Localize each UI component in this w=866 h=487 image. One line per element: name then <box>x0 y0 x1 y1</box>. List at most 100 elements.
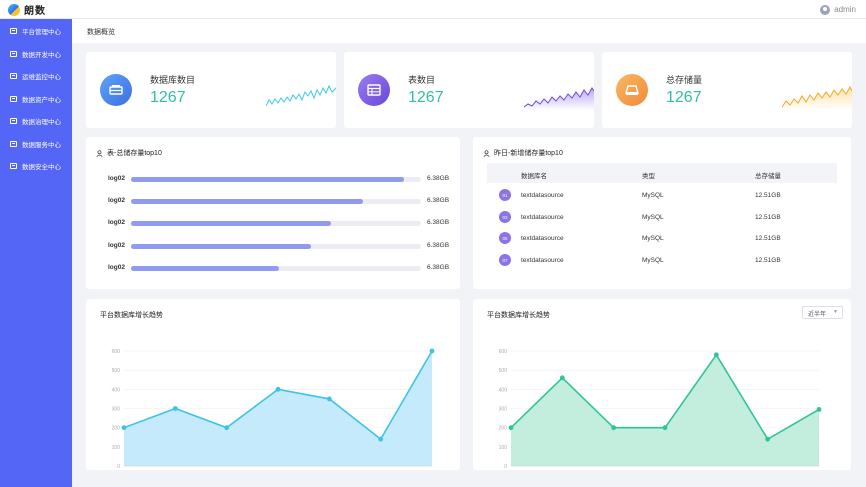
logo[interactable]: 朗数 <box>8 3 46 17</box>
bar-fill <box>131 244 311 249</box>
data-point[interactable] <box>611 425 617 431</box>
monitor-icon <box>10 163 17 170</box>
data-point[interactable] <box>224 425 230 431</box>
stat-card-databases: 数据库数目 1267 <box>86 52 336 128</box>
y-tick-label: 200 <box>112 426 121 432</box>
bar-row: log02 6.38GB <box>108 240 458 252</box>
data-point[interactable] <box>559 375 565 381</box>
bar-value: 6.38GB <box>427 242 450 249</box>
bar-row: log02 6.38GB <box>108 262 458 274</box>
sidebar-item-label: 数据治理中心 <box>22 119 61 127</box>
bar-track <box>131 244 421 249</box>
logo-text: 朗数 <box>24 6 46 17</box>
sidebar-item-label: 数据服务中心 <box>22 141 61 149</box>
bar-label: log02 <box>108 264 125 271</box>
sidebar-item-service[interactable]: 数据服务中心 <box>0 133 72 156</box>
monitor-icon <box>10 95 17 102</box>
sparkline <box>782 85 852 110</box>
cell-type: MySQL <box>642 235 664 242</box>
stat-card-storage: 总存储量 1267 <box>602 52 852 128</box>
data-point[interactable] <box>172 406 178 411</box>
data-point[interactable] <box>508 425 514 431</box>
y-tick-label: 300 <box>112 407 121 413</box>
table-header: 数据库名 类型 总存储量 <box>487 163 837 183</box>
table-row[interactable]: 01 textdatasource MySQL 12.51GB <box>487 185 837 206</box>
bar-fill <box>131 199 363 204</box>
user-icon <box>483 149 490 157</box>
sidebar-item-governance[interactable]: 数据治理中心 <box>0 110 72 133</box>
sidebar: 平台管理中心 数据开发中心 运维监控中心 数据资产中心 数据治理中心 数据服务中… <box>0 19 72 487</box>
bar-fill <box>131 177 404 182</box>
stat-value: 1267 <box>150 89 186 106</box>
bar-row: log02 6.38GB <box>108 195 458 207</box>
cell-size: 12.51GB <box>755 214 781 221</box>
table-row[interactable]: 05 textdatasource MySQL 12.51GB <box>487 228 837 249</box>
rank-badge: 07 <box>499 254 511 266</box>
panel-title-text: 昨日-新增储存量top10 <box>494 150 563 157</box>
sidebar-item-label: 数据安全中心 <box>22 164 61 172</box>
data-point[interactable] <box>378 436 384 442</box>
top-tables-panel: 表-总储存量top10 log02 6.38GB log02 6.38GB lo… <box>86 137 460 289</box>
bar-track <box>131 221 421 226</box>
sidebar-item-security[interactable]: 数据安全中心 <box>0 155 72 178</box>
growth-chart: 01002003004005006002020-8-12020-8-22020-… <box>112 348 435 470</box>
column-header: 数据库名 <box>521 173 547 180</box>
bar-value: 6.38GB <box>427 197 450 204</box>
stat-value: 1267 <box>666 89 702 106</box>
data-point[interactable] <box>662 425 668 431</box>
y-tick-label: 500 <box>499 368 508 374</box>
growth-chart-panel-2: 平台数据库增长趋势 近半年 ▼ 01002003004005006002020-… <box>473 299 851 470</box>
monitor-icon <box>10 140 17 147</box>
y-tick-label: 300 <box>499 407 508 413</box>
bar-value: 6.38GB <box>427 219 450 226</box>
bar-fill <box>131 266 279 271</box>
data-point[interactable] <box>275 386 281 392</box>
y-tick-label: 600 <box>499 349 508 355</box>
sidebar-item-label: 数据开发中心 <box>22 51 61 59</box>
data-point[interactable] <box>816 407 822 412</box>
sidebar-item-assets[interactable]: 数据资产中心 <box>0 88 72 111</box>
data-point[interactable] <box>429 348 435 354</box>
cell-size: 12.51GB <box>755 235 781 242</box>
bar-label: log02 <box>108 175 125 182</box>
y-tick-label: 600 <box>112 349 121 355</box>
data-point[interactable] <box>121 425 127 431</box>
stat-value: 1267 <box>408 89 444 106</box>
sidebar-item-label: 数据资产中心 <box>22 96 61 104</box>
rank-badge: 05 <box>499 232 511 244</box>
sidebar-item-ops[interactable]: 运维监控中心 <box>0 65 72 88</box>
column-header: 总存储量 <box>755 173 781 180</box>
y-tick-label: 0 <box>504 464 507 470</box>
stat-label: 数据库数目 <box>150 75 196 85</box>
sparkline <box>266 84 336 107</box>
storage-icon <box>616 74 648 106</box>
column-header: 类型 <box>642 173 655 180</box>
avatar <box>820 4 831 15</box>
data-point[interactable] <box>765 436 771 442</box>
cell-type: MySQL <box>642 214 664 221</box>
monitor-icon <box>10 50 17 57</box>
yesterday-panel: 昨日-新增储存量top10 数据库名 类型 总存储量 01 textdataso… <box>473 137 851 289</box>
rank-badge: 01 <box>499 189 511 201</box>
growth-chart: 01002003004005006002020-8-12020-8-22020-… <box>499 349 822 470</box>
data-point[interactable] <box>713 352 719 358</box>
breadcrumb: 数据概览 <box>72 19 866 43</box>
sidebar-item-dev[interactable]: 数据开发中心 <box>0 43 72 66</box>
y-tick-label: 100 <box>112 445 121 451</box>
y-tick-label: 200 <box>499 426 508 432</box>
sidebar-item-label: 平台管理中心 <box>22 29 61 37</box>
database-icon <box>100 74 132 106</box>
panel-title: 表-总储存量top10 <box>96 148 162 158</box>
monitor-icon <box>10 28 17 35</box>
panel-title: 昨日-新增储存量top10 <box>483 148 563 158</box>
table-row[interactable]: 07 textdatasource MySQL 12.51GB <box>487 250 837 271</box>
user-menu[interactable]: admin <box>820 3 856 16</box>
y-tick-label: 0 <box>117 464 120 470</box>
bar-label: log02 <box>108 219 125 226</box>
y-tick-label: 400 <box>499 387 508 393</box>
cell-size: 12.51GB <box>755 257 781 264</box>
table-row[interactable]: 03 textdatasource MySQL 12.51GB <box>487 207 837 228</box>
bar-row: log02 6.38GB <box>108 173 458 185</box>
sidebar-item-platform[interactable]: 平台管理中心 <box>0 20 72 43</box>
data-point[interactable] <box>326 396 332 402</box>
